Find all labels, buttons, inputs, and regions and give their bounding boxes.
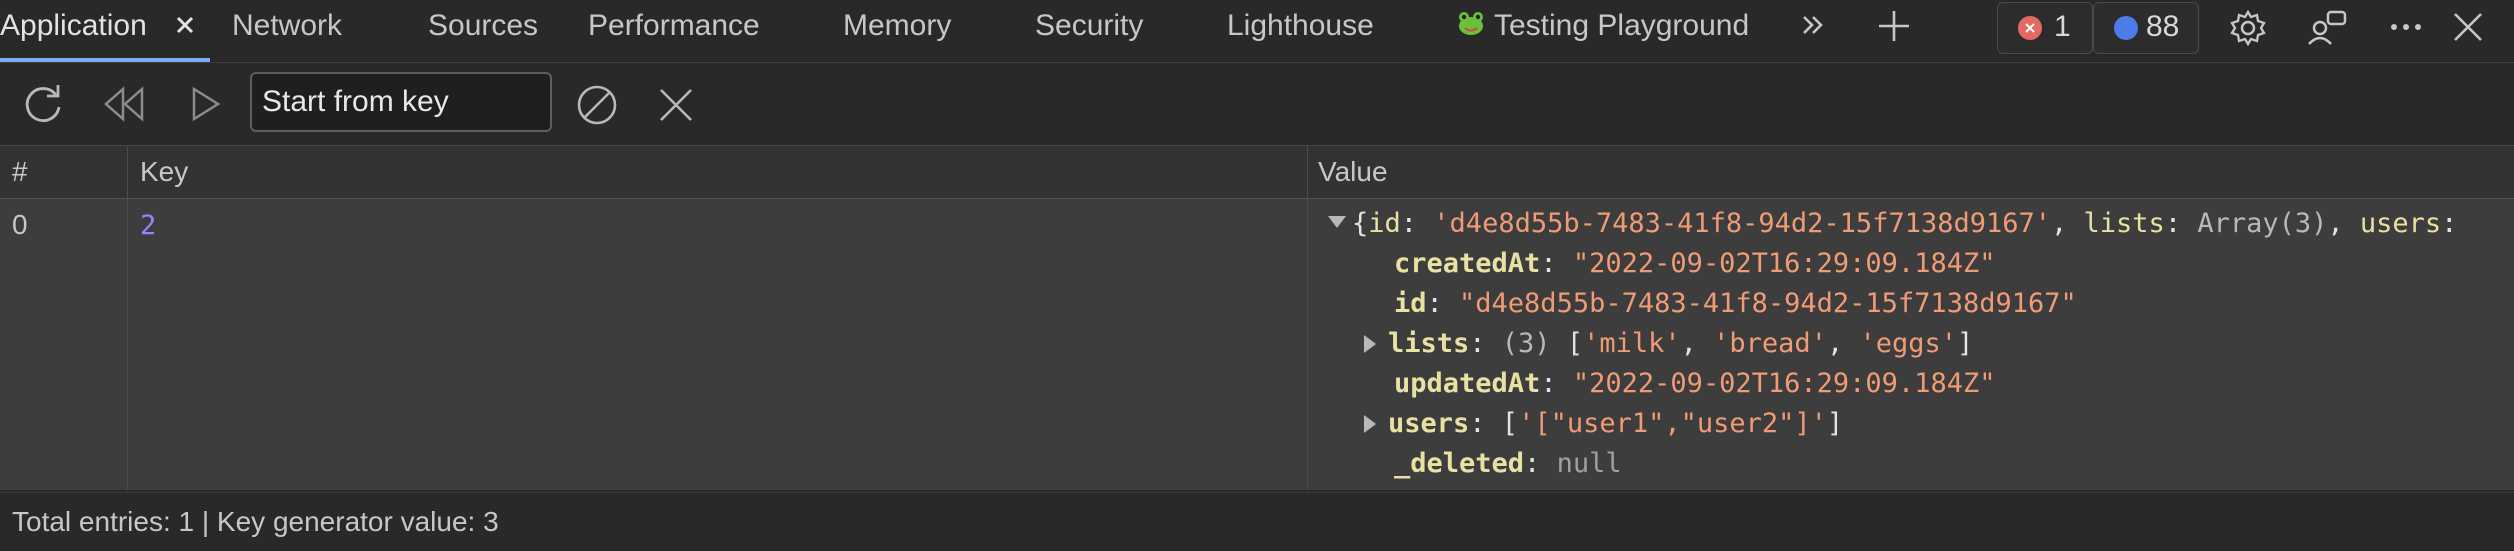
summary-id-value: 'd4e8d55b-7483-41f8-94d2-15f7138d9167' bbox=[1433, 208, 2052, 239]
tab-sources[interactable]: Sources bbox=[428, 0, 538, 62]
collapsed-triangle-icon[interactable] bbox=[1364, 335, 1376, 353]
summary-users-key: users bbox=[2359, 208, 2442, 239]
status-footer: Total entries: 1 | Key generator value: … bbox=[0, 492, 2514, 551]
issues-icon bbox=[2114, 16, 2138, 40]
tab-memory-label: Memory bbox=[843, 9, 952, 42]
object-store-data-grid: # Key Value 0 2 {id: 'd4e8d55b-7483-41f8… bbox=[0, 146, 2514, 490]
add-tab-plus-icon[interactable] bbox=[1876, 8, 1912, 44]
start-from-key-input[interactable] bbox=[250, 72, 552, 132]
prop-key: id bbox=[1394, 288, 1427, 319]
next-page-icon[interactable] bbox=[188, 83, 224, 125]
tab-application[interactable]: Application bbox=[0, 0, 147, 62]
more-tabs-chevron-icon[interactable] bbox=[1798, 10, 1828, 40]
list-item: 'milk' bbox=[1583, 328, 1681, 359]
tab-network-label: Network bbox=[232, 9, 343, 42]
summary-lists-key: lists bbox=[2083, 208, 2165, 239]
close-tab-icon[interactable] bbox=[170, 10, 200, 40]
tab-security[interactable]: Security bbox=[1035, 0, 1143, 62]
property-lists[interactable]: lists: (3) ['milk', 'bread', 'eggs'] bbox=[1364, 324, 1973, 364]
prop-key: users bbox=[1388, 408, 1470, 439]
prop-key: _deleted bbox=[1394, 448, 1525, 479]
column-divider[interactable] bbox=[1307, 146, 1308, 490]
prop-value: "2022-09-02T16:29:09.184Z" bbox=[1572, 368, 1996, 399]
row-key: 2 bbox=[140, 210, 157, 241]
indexeddb-toolbar bbox=[0, 63, 2514, 146]
summary-open-brace: { bbox=[1352, 208, 1369, 239]
prop-key: lists bbox=[1388, 328, 1470, 359]
collapsed-triangle-icon[interactable] bbox=[1364, 415, 1376, 433]
summary-lists-value: Array(3) bbox=[2197, 208, 2328, 239]
errors-count: 1 bbox=[2054, 10, 2071, 43]
first-page-icon[interactable] bbox=[102, 83, 146, 125]
expanded-triangle-icon[interactable] bbox=[1328, 216, 1346, 228]
tab-testing-playground-label: Testing Playground bbox=[1494, 9, 1750, 42]
property-updated-at: updatedAt: "2022-09-02T16:29:09.184Z" bbox=[1394, 368, 1996, 399]
more-options-icon[interactable] bbox=[2386, 12, 2426, 42]
issues-badge[interactable]: 88 bbox=[2093, 2, 2199, 54]
property-users[interactable]: users: ['["user1","user2"]'] bbox=[1364, 404, 1843, 444]
property-created-at: createdAt: "2022-09-02T16:29:09.184Z" bbox=[1394, 248, 1996, 279]
errors-badge[interactable]: 1 bbox=[1997, 2, 2093, 54]
prop-count: (3) bbox=[1501, 328, 1551, 359]
tab-testing-playground[interactable]: Testing Playground bbox=[1456, 0, 1749, 62]
prop-key: updatedAt bbox=[1394, 368, 1541, 399]
tab-performance-label: Performance bbox=[588, 9, 760, 42]
tab-application-label: Application bbox=[0, 9, 147, 42]
property-deleted: _deleted: null bbox=[1394, 448, 1622, 479]
tab-performance[interactable]: Performance bbox=[588, 0, 760, 62]
row-index: 0 bbox=[12, 209, 28, 240]
issues-count: 88 bbox=[2146, 10, 2180, 43]
tab-memory[interactable]: Memory bbox=[843, 0, 951, 62]
prop-value: '["user1","user2"]' bbox=[1518, 408, 1827, 439]
column-header-key[interactable]: Key bbox=[140, 146, 188, 198]
column-divider[interactable] bbox=[127, 146, 128, 490]
grid-header: # Key Value bbox=[0, 146, 2514, 199]
refresh-icon[interactable] bbox=[20, 81, 66, 127]
tab-network[interactable]: Network bbox=[232, 0, 342, 62]
column-header-index[interactable]: # bbox=[12, 146, 28, 198]
prop-key: createdAt bbox=[1394, 248, 1541, 279]
tab-lighthouse-label: Lighthouse bbox=[1227, 9, 1374, 42]
delete-selected-icon[interactable] bbox=[656, 85, 696, 125]
column-header-value[interactable]: Value bbox=[1318, 146, 1388, 198]
summary-id-key: id bbox=[1368, 208, 1401, 239]
tab-lighthouse[interactable]: Lighthouse bbox=[1227, 0, 1374, 62]
devtools-tab-bar: Application Network Sources Performance … bbox=[0, 0, 2514, 63]
prop-value: "d4e8d55b-7483-41f8-94d2-15f7138d9167" bbox=[1459, 288, 2077, 319]
prop-value: null bbox=[1556, 448, 1622, 479]
frog-icon bbox=[1459, 12, 1483, 35]
list-item: 'eggs' bbox=[1859, 328, 1958, 359]
row-value-object[interactable]: {id: 'd4e8d55b-7483-41f8-94d2-15f7138d91… bbox=[1328, 199, 2514, 490]
clear-object-store-icon[interactable] bbox=[575, 83, 619, 127]
property-id: id: "d4e8d55b-7483-41f8-94d2-15f7138d916… bbox=[1394, 288, 2077, 319]
customize-feedback-icon[interactable] bbox=[2306, 8, 2348, 48]
settings-gear-icon[interactable] bbox=[2228, 8, 2268, 48]
entries-summary: Total entries: 1 | Key generator value: … bbox=[12, 506, 499, 537]
error-x-icon bbox=[2025, 23, 2035, 33]
list-item: 'bread' bbox=[1713, 328, 1827, 359]
close-devtools-icon[interactable] bbox=[2450, 9, 2486, 45]
value-summary-line[interactable]: {id: 'd4e8d55b-7483-41f8-94d2-15f7138d91… bbox=[1328, 204, 2457, 244]
prop-value: "2022-09-02T16:29:09.184Z" bbox=[1572, 248, 1996, 279]
tab-security-label: Security bbox=[1035, 9, 1144, 42]
active-tab-indicator bbox=[0, 58, 210, 62]
table-row[interactable]: 0 2 {id: 'd4e8d55b-7483-41f8-94d2-15f713… bbox=[0, 199, 2514, 490]
tab-sources-label: Sources bbox=[428, 9, 539, 42]
